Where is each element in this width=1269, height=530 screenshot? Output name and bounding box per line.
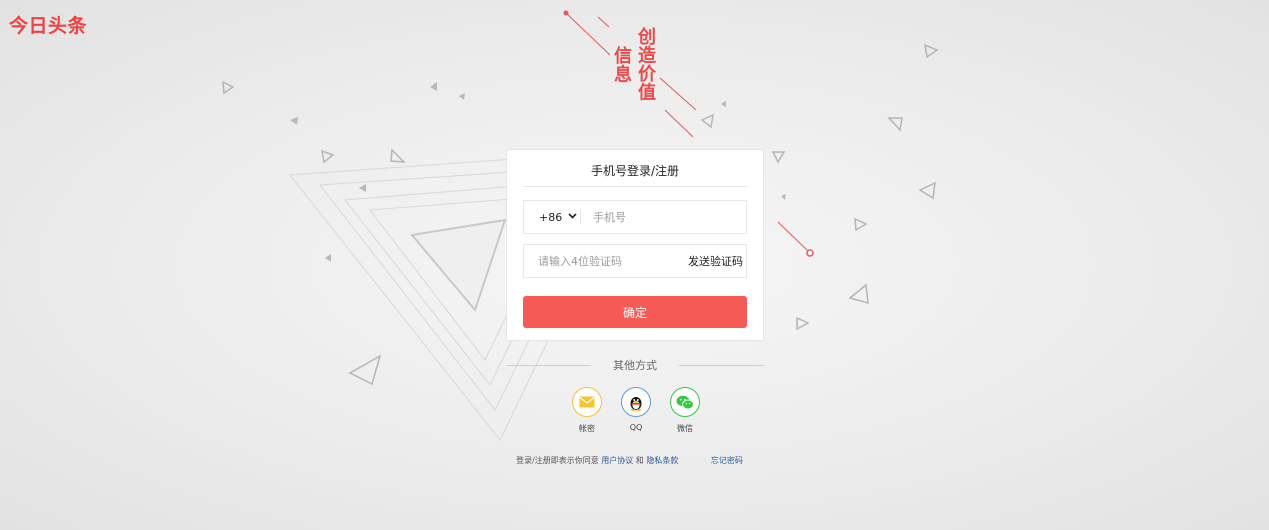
other-methods-label: 其他方式 xyxy=(613,359,657,372)
other-methods-divider: 其他方式 xyxy=(506,357,764,373)
wechat-login[interactable]: 微信 xyxy=(669,387,701,434)
send-code-button[interactable]: 发送验证码 xyxy=(683,253,748,269)
qq-label: QQ xyxy=(629,423,643,432)
verification-code-input[interactable] xyxy=(524,254,683,268)
account-password-login[interactable]: 帐密 xyxy=(571,387,603,434)
slogan-information: 信息 xyxy=(611,46,632,83)
mail-icon[interactable] xyxy=(572,387,602,417)
chevron-down-icon xyxy=(568,212,577,222)
phone-field: +86 xyxy=(523,200,747,234)
forgot-password-link[interactable]: 忘记密码 xyxy=(711,456,743,465)
phone-input[interactable] xyxy=(581,210,746,224)
submit-button[interactable]: 确定 xyxy=(523,296,747,328)
country-code-select[interactable]: +86 xyxy=(524,211,580,224)
code-field: 发送验证码 xyxy=(523,244,747,278)
wechat-icon[interactable] xyxy=(670,387,700,417)
login-card: 手机号登录/注册 +86 发送验证码 确定 xyxy=(506,149,764,341)
country-code-value: +86 xyxy=(539,210,563,224)
account-password-label: 帐密 xyxy=(579,424,595,433)
slogan-create-value: 创造价值 xyxy=(635,27,656,101)
privacy-link[interactable]: 隐私条款 xyxy=(646,456,678,465)
social-login-list: 帐密 QQ 微信 xyxy=(571,387,701,434)
toutiao-logo[interactable]: 今日头条 xyxy=(9,11,87,38)
agreement-and: 和 xyxy=(635,456,644,465)
wechat-label: 微信 xyxy=(677,424,693,433)
agreement-text: 登录/注册即表示你同意 用户协议 和 隐私条款 忘记密码 xyxy=(516,455,743,466)
login-title: 手机号登录/注册 xyxy=(523,150,747,187)
qq-login[interactable]: QQ xyxy=(620,387,652,434)
qq-penguin-icon[interactable] xyxy=(621,387,651,417)
user-agreement-link[interactable]: 用户协议 xyxy=(601,456,633,465)
agreement-prefix: 登录/注册即表示你同意 xyxy=(516,456,599,465)
